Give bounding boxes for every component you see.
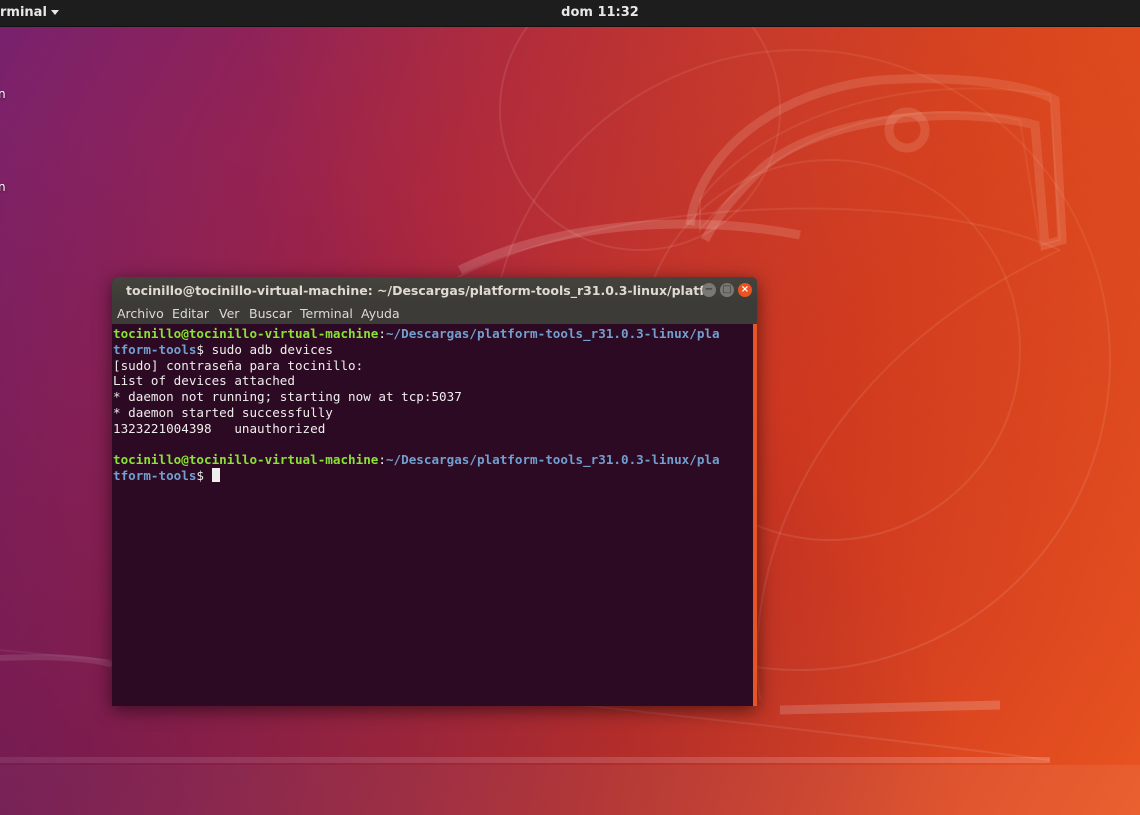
prompt-user: tocinillo@tocinillo-virtual-machine — [113, 326, 379, 341]
scrollbar[interactable] — [753, 324, 757, 706]
window-titlebar[interactable]: tocinillo@tocinillo-virtual-machine: ~/D… — [112, 277, 757, 303]
app-menu[interactable]: rminal — [0, 5, 59, 20]
app-menu-label: rminal — [0, 5, 47, 20]
menu-bar: Archivo Editar Ver Buscar Terminal Ayuda — [112, 303, 757, 324]
output-line: [sudo] contraseña para tocinillo: — [113, 357, 364, 373]
prompt-line-wrap: tform-tools$ — [113, 468, 753, 484]
prompt-path: ~/Descargas/platform-tools_r31.0.3-linux… — [385, 452, 720, 468]
menu-archivo[interactable]: Archivo — [117, 306, 164, 321]
prompt-path-wrap: tform-tools — [113, 341, 197, 357]
prompt-line-wrap: tform-tools$ sudo adb devices — [113, 341, 333, 357]
menu-editar[interactable]: Editar — [172, 306, 209, 321]
menu-buscar[interactable]: Buscar — [249, 306, 292, 321]
chevron-down-icon — [50, 10, 59, 15]
terminal-window[interactable]: tocinillo@tocinillo-virtual-machine: ~/D… — [112, 277, 757, 706]
menu-ver[interactable]: Ver — [219, 306, 239, 321]
menu-ayuda[interactable]: Ayuda — [361, 306, 400, 321]
prompt-path-wrap: tform-tools — [113, 468, 197, 484]
prompt-line: tocinillo@tocinillo-virtual-machine:~/De… — [113, 452, 720, 468]
maximize-button[interactable]: □ — [720, 283, 734, 297]
command-text: sudo adb devices — [204, 341, 333, 357]
terminal-output[interactable]: tocinillo@tocinillo-virtual-machine:~/De… — [112, 324, 753, 706]
window-title: tocinillo@tocinillo-virtual-machine: ~/D… — [126, 283, 708, 298]
close-button[interactable]: × — [738, 283, 752, 297]
desktop-icon-label[interactable]: n — [0, 180, 6, 194]
minimize-button[interactable]: − — [702, 283, 716, 297]
top-bar: rminal dom 11:32 — [0, 0, 1140, 27]
prompt-path: ~/Descargas/platform-tools_r31.0.3-linux… — [385, 326, 720, 341]
output-line: 1323221004398 unauthorized — [113, 420, 326, 436]
output-line: * daemon not running; starting now at tc… — [113, 389, 462, 405]
desktop-icon-label[interactable]: n — [0, 87, 6, 101]
clock[interactable]: dom 11:32 — [560, 5, 640, 20]
output-line: * daemon started successfully — [113, 404, 333, 420]
output-line: List of devices attached — [113, 373, 295, 389]
prompt-line: tocinillo@tocinillo-virtual-machine:~/De… — [113, 326, 720, 341]
prompt-user: tocinillo@tocinillo-virtual-machine — [113, 452, 379, 468]
menu-terminal[interactable]: Terminal — [300, 306, 353, 321]
text-cursor — [212, 468, 220, 483]
